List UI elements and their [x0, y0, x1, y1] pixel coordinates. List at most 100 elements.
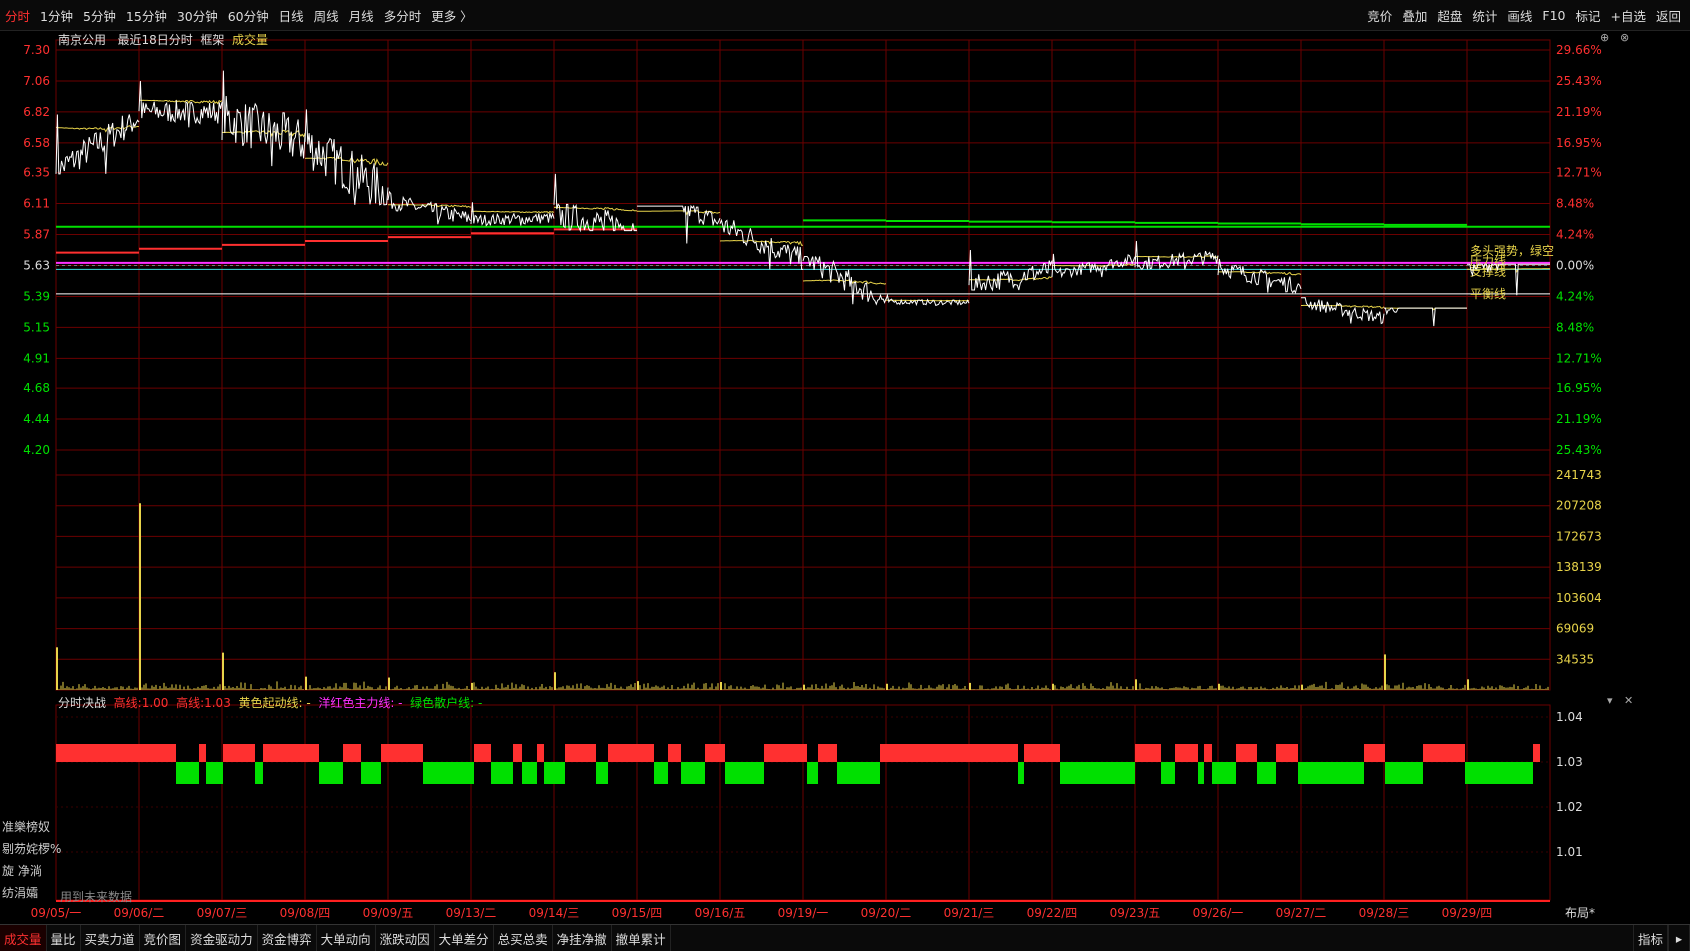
low-label: 高线:	[113, 696, 142, 710]
price-tick-label: 4.20	[23, 443, 50, 457]
indicator-green-bar	[423, 762, 437, 784]
date-tick-label: 09/26/一	[1193, 906, 1244, 920]
indicator-green-bar	[491, 762, 513, 784]
indicator-red-bar	[1364, 744, 1385, 762]
period-tab-3[interactable]: 15分钟	[121, 6, 172, 25]
toolbar-btn-5[interactable]: F10	[1537, 8, 1570, 23]
period-tab-9[interactable]: 多分时	[379, 6, 427, 25]
toolbar-btn-1[interactable]: 叠加	[1397, 6, 1432, 25]
indicator-tab-5[interactable]: 资金博弈	[258, 925, 317, 951]
layout-button: 布局*	[1565, 906, 1595, 920]
chart-range: 最近18日分时	[117, 33, 193, 47]
toolbar-btn-0[interactable]: 竞价	[1362, 6, 1397, 25]
pct-tick-label: 8.48%	[1556, 320, 1594, 334]
period-tab-0[interactable]: 分时	[0, 6, 35, 25]
indicator-red-bar	[145, 744, 151, 762]
price-tick-label: 7.06	[23, 74, 50, 88]
indicator-red-bar	[281, 744, 297, 762]
indicator-green-bar	[1212, 762, 1219, 784]
indicator-label: 成交量	[232, 33, 269, 47]
period-tab-8[interactable]: 月线	[344, 6, 379, 25]
close-window-icon[interactable]: ⊗	[1620, 31, 1629, 44]
toolbar-btn-3[interactable]: 统计	[1467, 6, 1502, 25]
indicator-green-bar	[1111, 762, 1135, 784]
indicator-green-bar	[176, 762, 185, 784]
indicator-button[interactable]: 指标	[1632, 925, 1668, 951]
date-tick-label: 09/20/二	[861, 906, 912, 920]
indicator-red-bar	[537, 744, 544, 762]
toolbar-btn-2[interactable]: 超盘	[1432, 6, 1467, 25]
indicator-tab-9[interactable]: 总买总卖	[494, 925, 553, 951]
period-tab-4[interactable]: 30分钟	[172, 6, 223, 25]
period-tab-10[interactable]: 更多 〉	[426, 6, 477, 25]
indicator-red-bar	[89, 744, 110, 762]
future-data-note: 用到未来数据	[60, 890, 133, 904]
toolbar-btn-8[interactable]: 返回	[1651, 6, 1686, 25]
indicator-red-bar	[229, 744, 247, 762]
indicator-tab-0[interactable]: 成交量	[0, 925, 47, 951]
indicator-red-bar	[947, 744, 969, 762]
indicator-tab-8[interactable]: 大单差分	[435, 925, 494, 951]
indicator-tab-10[interactable]: 净挂净撤	[553, 925, 612, 951]
period-tab-5[interactable]: 60分钟	[223, 6, 274, 25]
price-tick-label: 5.87	[23, 228, 50, 242]
indicator-green-bar	[206, 762, 223, 784]
indicator-green-bar	[1385, 762, 1402, 784]
indicator-red-bar	[818, 744, 837, 762]
intraday-chart[interactable]: 7.30 7.06 6.82 6.58 6.35 6.11 5.87 5.63 5.39 5.15…	[0, 30, 1690, 924]
add-window-icon[interactable]: ⊕	[1600, 31, 1609, 44]
indicator-red-bar	[1135, 744, 1142, 762]
toolbar-btn-4[interactable]: 画线	[1502, 6, 1537, 25]
indicator-tab-11[interactable]: 撤单累计	[612, 925, 671, 951]
indicator-red-bar	[151, 744, 176, 762]
date-tick-label: 09/09/五	[363, 906, 414, 920]
date-tick-label: 09/13/二	[446, 906, 497, 920]
pct-tick-label: 25.43%	[1556, 443, 1602, 457]
side-label-3: 旋 净淌	[2, 864, 42, 878]
indicator-name: 分时决战	[58, 696, 107, 710]
chart-header: 南京公用 最近18日分时 框架 成交量	[58, 31, 268, 48]
indicator-green-bar	[750, 762, 764, 784]
toolbar-btn-6[interactable]: 标记	[1570, 6, 1605, 25]
toolbar-btn-7[interactable]: +自选	[1606, 6, 1651, 25]
indicator-red-bar	[1024, 744, 1039, 762]
indicator-tab-4[interactable]: 资金驱动力	[186, 925, 258, 951]
side-label-4: 纺涓孀	[2, 886, 39, 900]
indicator-red-bar	[69, 744, 77, 762]
indicator-green-bar	[861, 762, 880, 784]
indicator-tabs-bar: 成交量 量比 买卖力道 竞价图 资金驱动力 资金博弈 大单动向 涨跌动因 大单差分 总买总卖 净挂净…	[0, 924, 1690, 951]
pct-tick-label: 16.95%	[1556, 136, 1602, 150]
period-tab-7[interactable]: 周线	[309, 6, 344, 25]
indicator-green-bar	[1060, 762, 1067, 784]
indicator-red-bar	[565, 744, 584, 762]
date-tick-label: 09/16/五	[695, 906, 746, 920]
close-indicator-icon[interactable]: ✕	[1624, 694, 1633, 707]
indicator-red-bar	[785, 744, 807, 762]
indicator-tab-1[interactable]: 量比	[47, 925, 81, 951]
indicator-tabs: 成交量 量比 买卖力道 竞价图 资金驱动力 资金博弈 大单动向 涨跌动因 大单差分 总买总卖 净挂净…	[0, 925, 671, 951]
indicator-green-bar	[1018, 762, 1024, 784]
dropdown-icon[interactable]: ▾	[1607, 694, 1613, 707]
indicator-tab-7[interactable]: 涨跌动因	[376, 925, 435, 951]
indicator-red-bar	[133, 744, 145, 762]
indicator-green-bar	[1339, 762, 1364, 784]
period-tab-1[interactable]: 1分钟	[35, 6, 78, 25]
indicator-red-bar	[668, 744, 681, 762]
indicator-green-bar	[1089, 762, 1111, 784]
indicator-red-bar	[297, 744, 319, 762]
date-tick-label: 09/15/四	[612, 906, 663, 920]
scroll-right-icon[interactable]: ▸	[1668, 925, 1690, 951]
period-tab-6[interactable]: 日线	[274, 6, 309, 25]
indicator-tab-6[interactable]: 大单动向	[317, 925, 376, 951]
period-tab-2[interactable]: 5分钟	[78, 6, 121, 25]
indicator-red-bar	[705, 744, 725, 762]
price-tick-label: 4.44	[23, 412, 50, 426]
period-tabs: 分时 1分钟 5分钟 15分钟 30分钟 60分钟 日线 周线 月线 多分时 更多 〉	[0, 0, 478, 30]
indicator-tab-2[interactable]: 买卖力道	[81, 925, 140, 951]
indicator-tab-3[interactable]: 竞价图	[140, 925, 187, 951]
indicator-red-bar	[474, 744, 491, 762]
indicator-green-bar	[185, 762, 199, 784]
date-tick-label: 09/23/五	[1110, 906, 1161, 920]
indicator-green-bar	[437, 762, 456, 784]
price-tick-label: 6.35	[23, 166, 50, 180]
